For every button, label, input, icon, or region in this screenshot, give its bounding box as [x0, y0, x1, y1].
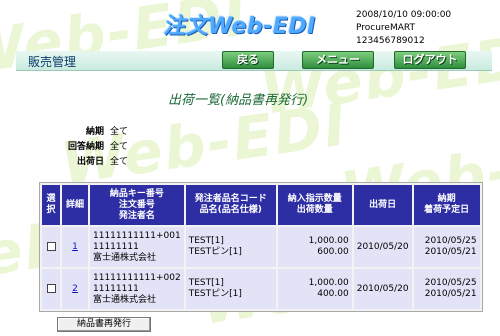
company-name: ProcureMART	[356, 23, 415, 33]
item-cell: TEST[1] TESTピン[1]	[185, 269, 276, 309]
header-detail: 詳細	[62, 185, 88, 225]
qty-cell: 1,000.00 600.00	[277, 227, 352, 267]
order-number: 11111111	[93, 241, 139, 252]
detail-cell: 1	[62, 227, 88, 267]
instructed-qty: 1,000.00	[308, 278, 349, 288]
header-item: 発注者品名コード 品名(品名仕様)	[185, 185, 276, 225]
criteria-value: 全て	[110, 127, 129, 137]
item-code: TEST[1]	[188, 278, 224, 288]
row-select-checkbox[interactable]	[46, 283, 56, 293]
shipment-table: 選択 詳細 納品キー番号 注文番号 発注者名 発注者品名コード 品名(品名仕様)…	[39, 182, 483, 312]
current-datetime: 2008/10/10 09:00:00	[356, 10, 452, 20]
arrival-date: 2010/05/21	[424, 247, 477, 257]
select-cell	[42, 227, 60, 267]
ship-date-cell: 2010/05/20	[353, 227, 412, 267]
item-cell: TEST[1] TESTピン[1]	[185, 227, 276, 267]
page-title: 出荷一覧(納品書再発行)	[168, 93, 309, 108]
criteria-value: 全て	[110, 157, 129, 167]
logout-button[interactable]: ログアウト	[394, 51, 466, 69]
shipped-qty: 400.00	[317, 289, 349, 299]
criteria-label: 回答納期	[67, 142, 104, 152]
qty-cell: 1,000.00 400.00	[277, 269, 352, 309]
orderer-name: 富士通株式会社	[93, 294, 157, 305]
keys-cell: 11111111111+001 11111111 富士通株式会社	[90, 227, 184, 267]
table-row: 2 11111111111+002 11111111 富士通株式会社 TEST[…	[42, 269, 480, 309]
keys-cell: 11111111111+002 11111111 富士通株式会社	[90, 269, 184, 309]
orderer-name: 富士通株式会社	[93, 252, 157, 263]
ship-date-cell: 2010/05/20	[353, 269, 412, 309]
header-keys: 納品キー番号 注文番号 発注者名	[90, 185, 184, 225]
menu-bar: 販売管理 戻る メニュー ログアウト	[16, 51, 492, 71]
delivery-key: 11111111111+002	[93, 272, 181, 283]
instructed-qty: 1,000.00	[308, 236, 349, 246]
user-code: 123456789012	[356, 36, 425, 46]
item-code: TEST[1]	[188, 236, 224, 246]
reissue-delivery-slip-button[interactable]: 納品書再発行	[57, 317, 151, 332]
menu-button[interactable]: メニュー	[302, 51, 374, 69]
order-number: 11111111	[93, 283, 139, 294]
shipped-qty: 600.00	[317, 247, 349, 257]
due-cell: 2010/05/25 2010/05/21	[413, 227, 480, 267]
due-date: 2010/05/25	[424, 278, 477, 288]
detail-link[interactable]: 2	[72, 284, 78, 294]
delivery-key: 11111111111+001	[93, 230, 181, 241]
header-info: 2008/10/10 09:00:00 ProcureMART 12345678…	[356, 9, 451, 48]
criteria-value: 全て	[110, 142, 129, 152]
due-date: 2010/05/25	[424, 236, 477, 246]
app-logo: 注文Web-EDI	[163, 14, 316, 39]
header-due: 納期 着荷予定日	[413, 185, 480, 225]
arrival-date: 2010/05/21	[424, 289, 477, 299]
row-select-checkbox[interactable]	[46, 241, 56, 251]
item-name: TESTピン[1]	[188, 247, 242, 257]
criteria-label: 出荷日	[76, 157, 104, 167]
select-cell	[42, 269, 60, 309]
section-title: 販売管理	[28, 55, 77, 69]
item-name: TESTピン[1]	[188, 289, 242, 299]
header-select: 選択	[42, 185, 60, 225]
header-qty: 納入指示数量 出荷数量	[277, 185, 352, 225]
criteria-label: 納期	[85, 127, 104, 137]
table-header-row: 選択 詳細 納品キー番号 注文番号 発注者名 発注者品名コード 品名(品名仕様)…	[42, 185, 480, 225]
back-button[interactable]: 戻る	[222, 51, 274, 69]
table-row: 1 11111111111+001 11111111 富士通株式会社 TEST[…	[42, 227, 480, 267]
due-cell: 2010/05/25 2010/05/21	[413, 269, 480, 309]
detail-link[interactable]: 1	[72, 242, 78, 252]
header-ship-date: 出荷日	[353, 185, 412, 225]
detail-cell: 2	[62, 269, 88, 309]
